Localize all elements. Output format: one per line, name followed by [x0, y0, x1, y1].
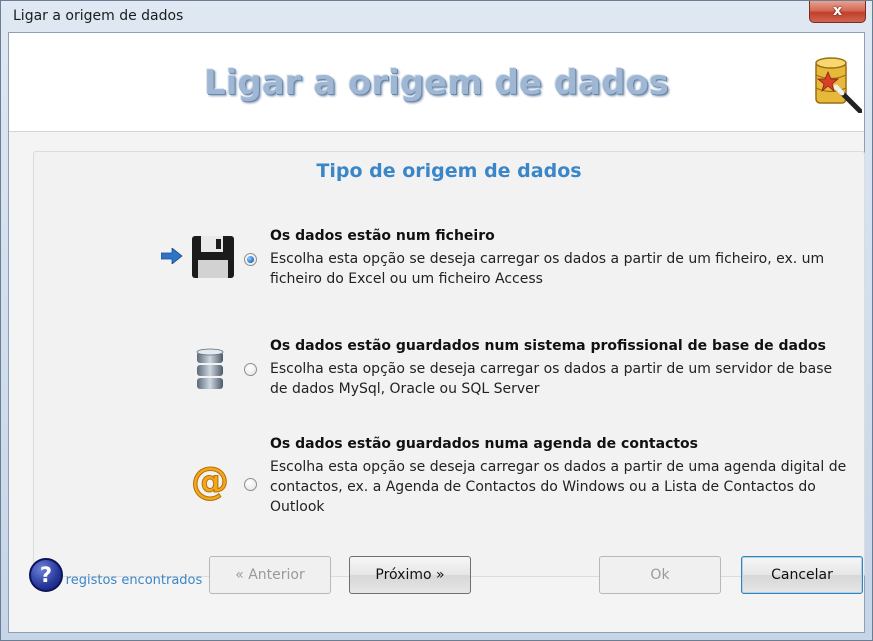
- data-source-type-panel: Tipo de origem de dados Os dados estão n…: [33, 151, 865, 577]
- title-bar[interactable]: Ligar a origem de dados x: [1, 1, 872, 31]
- header-banner: Ligar a origem de dados: [9, 33, 864, 132]
- file-radio[interactable]: [244, 253, 257, 266]
- section-title: Tipo de origem de dados: [316, 160, 582, 182]
- option-file[interactable]: Os dados estão num ficheiro Escolha esta…: [34, 228, 864, 298]
- option-title: Os dados estão guardados num sistema pro…: [270, 338, 826, 354]
- option-database[interactable]: Os dados estão guardados num sistema pro…: [34, 338, 864, 408]
- at-sign-icon: @: [191, 462, 230, 502]
- option-title: Os dados estão num ficheiro: [270, 228, 495, 244]
- dialog-client-area: Ligar a origem de dados Tipo de origem d…: [8, 32, 865, 633]
- window-title: Ligar a origem de dados: [13, 8, 184, 24]
- previous-button[interactable]: « Anterior: [209, 556, 331, 594]
- help-button[interactable]: ?: [29, 558, 63, 592]
- option-contacts[interactable]: @ Os dados estão guardados numa agenda d…: [34, 436, 864, 528]
- close-button[interactable]: x: [809, 1, 866, 23]
- floppy-disk-icon: [192, 236, 234, 278]
- cancel-button[interactable]: Cancelar: [741, 556, 863, 594]
- database-radio[interactable]: [244, 363, 257, 376]
- option-title: Os dados estão guardados numa agenda de …: [270, 436, 699, 452]
- records-found-status: 11 registos encontrados: [45, 573, 203, 588]
- help-icon: ?: [39, 563, 53, 587]
- database-icon: [196, 348, 224, 389]
- option-description: Escolha esta opção se deseja carregar os…: [270, 459, 847, 515]
- dialog-window: Ligar a origem de dados x Ligar a origem…: [0, 0, 873, 641]
- contacts-radio[interactable]: [244, 478, 257, 491]
- option-description: Escolha esta opção se deseja carregar os…: [270, 361, 833, 397]
- option-description: Escolha esta opção se deseja carregar os…: [270, 251, 825, 287]
- svg-text:@: @: [191, 462, 229, 502]
- ok-button[interactable]: Ok: [599, 556, 721, 594]
- banner-title: Ligar a origem de dados: [204, 63, 669, 103]
- close-icon: x: [832, 3, 843, 19]
- next-button[interactable]: Próximo »: [349, 556, 471, 594]
- arrow-right-icon: [161, 248, 183, 264]
- database-wizard-icon: [815, 57, 862, 113]
